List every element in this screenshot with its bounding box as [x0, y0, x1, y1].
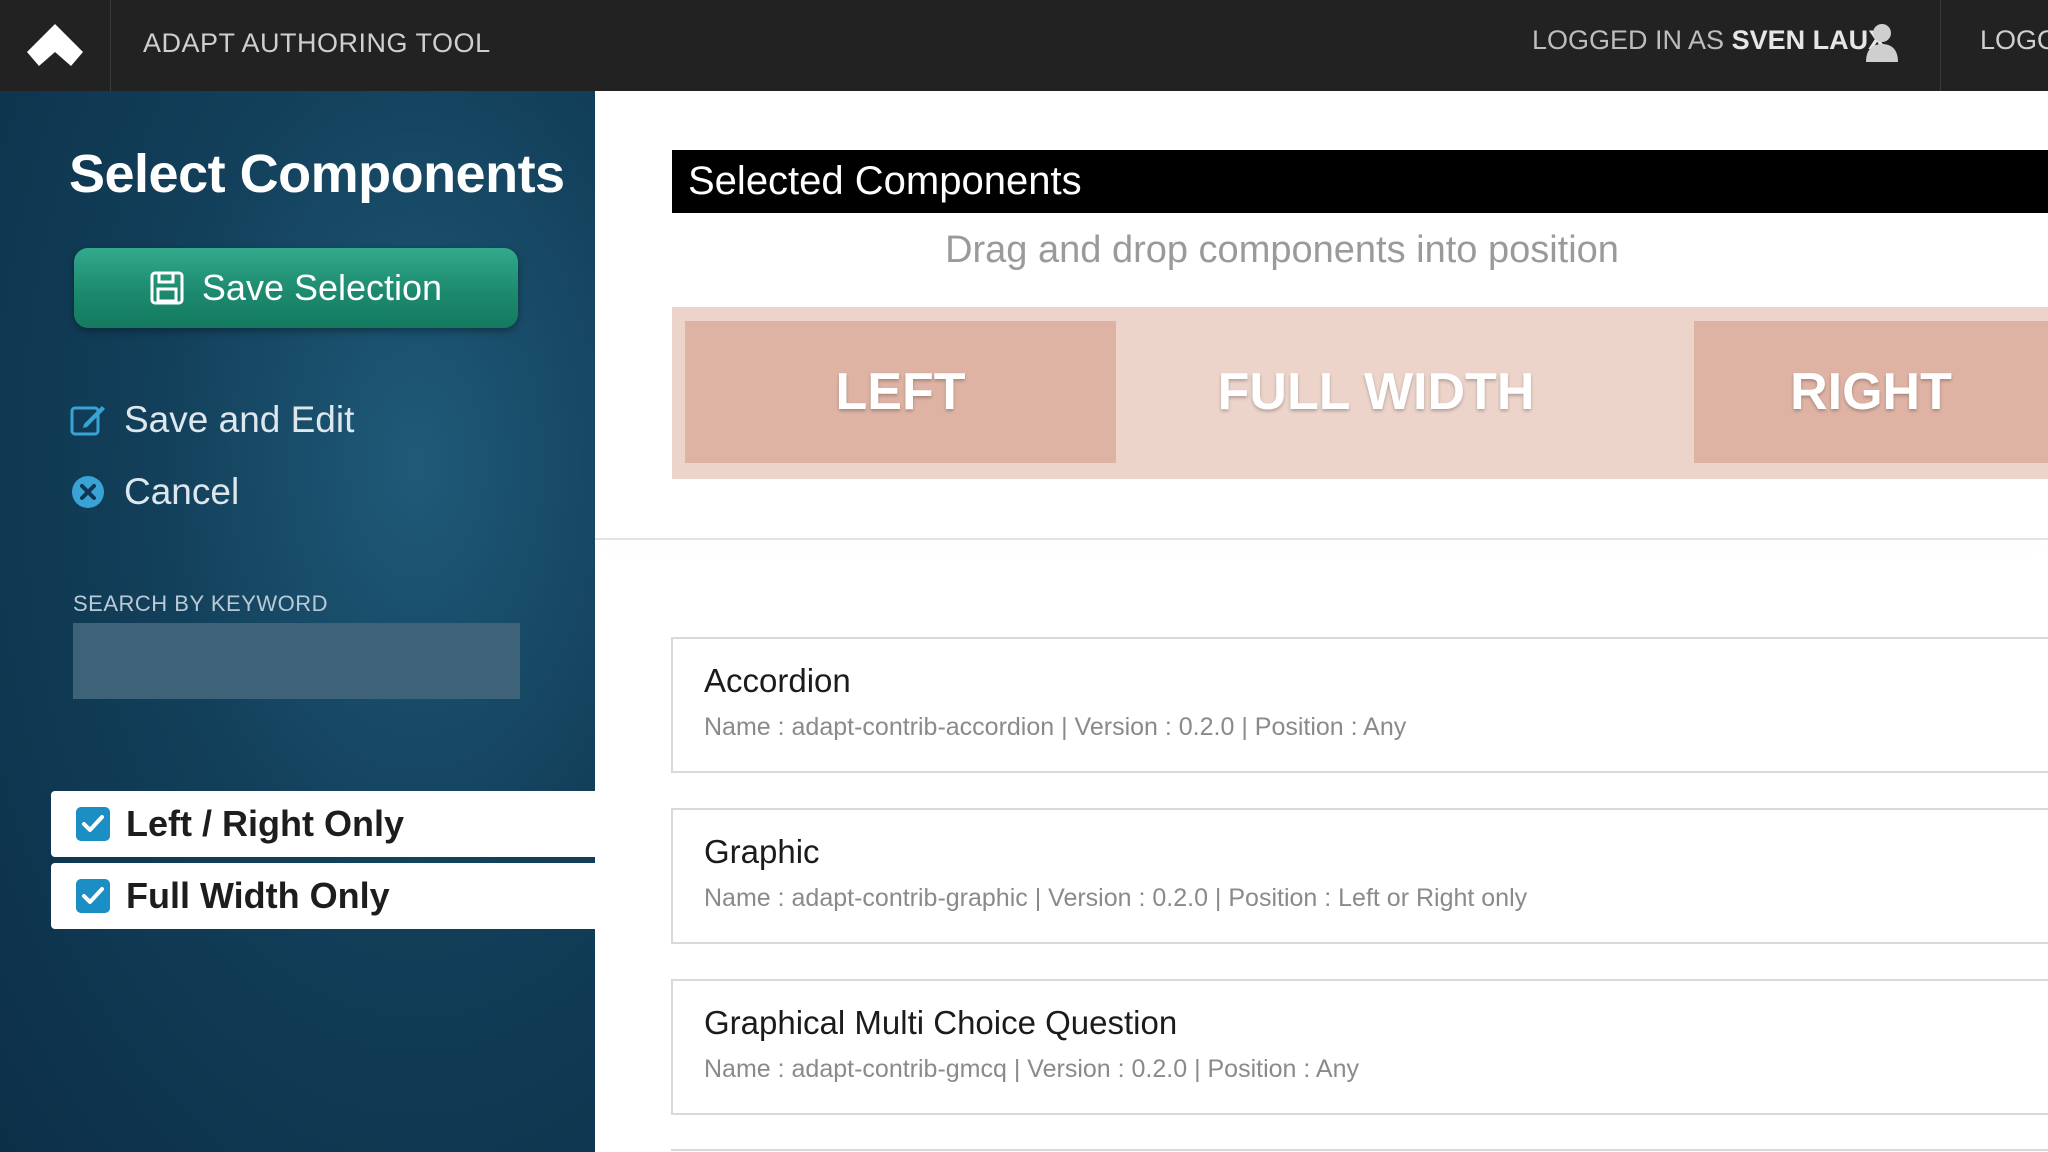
component-item[interactable]: Graphical Multi Choice Question Name : a…: [671, 979, 2048, 1115]
user-icon[interactable]: [1864, 22, 1900, 62]
cancel-label: Cancel: [124, 471, 240, 512]
drop-zone-left[interactable]: LEFT: [685, 321, 1116, 463]
sidebar-title: Select Components: [69, 144, 565, 204]
section-divider: [595, 538, 2048, 540]
filter-full-width-only[interactable]: Full Width Only: [51, 863, 595, 929]
app-title: ADAPT AUTHORING TOOL: [143, 28, 491, 58]
drop-zone-right[interactable]: RIGHT: [1694, 321, 2048, 463]
filter-label: Full Width Only: [126, 875, 390, 916]
filter-label: Left / Right Only: [126, 803, 404, 844]
selected-components-header: Selected Components: [672, 150, 2048, 213]
topbar-divider: [1940, 0, 1941, 91]
cancel-circle-icon: [72, 476, 104, 508]
layout-dropzone: LEFT FULL WIDTH RIGHT: [672, 307, 2048, 479]
checkbox-checked-icon[interactable]: [76, 807, 110, 841]
save-and-edit-link[interactable]: Save and Edit: [70, 399, 354, 441]
logged-in-prefix: LOGGED IN AS: [1532, 25, 1732, 55]
save-selection-label: Save Selection: [201, 267, 443, 308]
cancel-link[interactable]: Cancel: [70, 471, 239, 513]
logged-in-status: LOGGED IN AS SVEN LAUX: [1532, 25, 1886, 56]
main-content: Selected Components Drag and drop compon…: [595, 91, 2048, 1152]
drag-hint: Drag and drop components into position: [945, 229, 1619, 271]
component-meta: Name : adapt-contrib-accordion | Version…: [704, 713, 1407, 741]
logout-button[interactable]: LOGOUT: [1980, 25, 2048, 56]
search-label: SEARCH BY KEYWORD: [73, 591, 329, 616]
component-meta: Name : adapt-contrib-gmcq | Version : 0.…: [704, 1055, 1359, 1083]
top-bar: ADAPT AUTHORING TOOL LOGGED IN AS SVEN L…: [0, 0, 2048, 91]
sidebar: Select Components Save Selection Save an…: [0, 91, 595, 1152]
floppy-disk-icon: [150, 271, 184, 305]
username: SVEN LAUX: [1731, 25, 1887, 55]
checkbox-checked-icon[interactable]: [76, 879, 110, 913]
edit-icon: [70, 406, 105, 436]
component-meta: Name : adapt-contrib-graphic | Version :…: [704, 884, 1528, 912]
save-and-edit-label: Save and Edit: [124, 399, 355, 440]
component-title: Graphical Multi Choice Question: [704, 1004, 1178, 1041]
component-item[interactable]: Graphic Name : adapt-contrib-graphic | V…: [671, 808, 2048, 944]
search-input[interactable]: [73, 623, 520, 699]
save-selection-button[interactable]: Save Selection: [74, 248, 518, 328]
component-title: Accordion: [704, 662, 851, 699]
home-button[interactable]: [0, 0, 111, 91]
component-item[interactable]: Accordion Name : adapt-contrib-accordion…: [671, 637, 2048, 773]
component-title: Graphic: [704, 833, 820, 870]
adapt-logo-icon: [27, 23, 83, 66]
filter-left-right-only[interactable]: Left / Right Only: [51, 791, 595, 857]
drop-zone-full-width[interactable]: FULL WIDTH: [1116, 321, 1636, 463]
